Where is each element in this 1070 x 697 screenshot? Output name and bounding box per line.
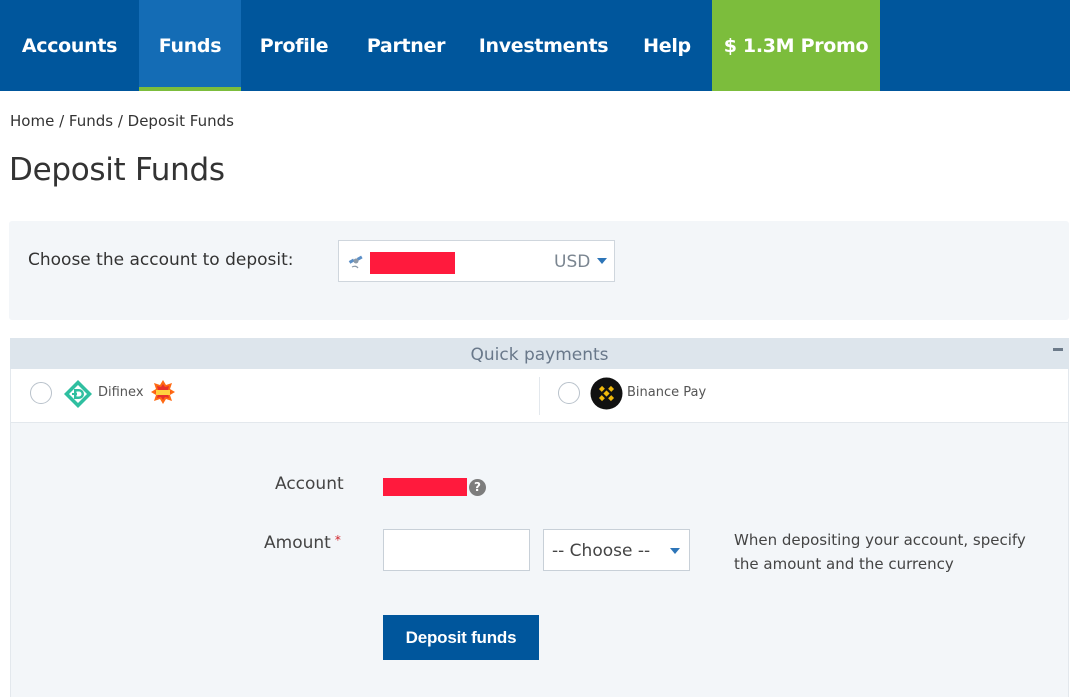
difinex-logo-icon (64, 380, 92, 408)
breadcrumb-current: Deposit Funds (127, 112, 234, 130)
new-badge-icon (151, 380, 175, 404)
nav-profile[interactable]: Profile (241, 0, 347, 91)
amount-label: Amount * (264, 533, 341, 553)
methods-divider (539, 377, 540, 415)
breadcrumb: Home / Funds / Deposit Funds (10, 112, 234, 130)
account-select[interactable]: USD (338, 240, 615, 282)
amount-label-text: Amount (264, 533, 331, 553)
breadcrumb-funds[interactable]: Funds (69, 112, 113, 130)
deposit-form: Account ? Amount * -- Choose -- When depo… (10, 423, 1069, 697)
quick-payments-header[interactable]: Quick payments (10, 338, 1069, 369)
redacted-account-name (370, 252, 455, 274)
amount-input[interactable] (383, 529, 530, 571)
amount-hint: When depositing your account, specify th… (734, 531, 1026, 573)
main-nav: Accounts Funds Profile Partner Investmen… (0, 0, 1070, 91)
nav-funds[interactable]: Funds (139, 0, 241, 91)
currency-select[interactable]: -- Choose -- (543, 529, 690, 571)
chevron-down-icon (670, 548, 680, 554)
chevron-down-icon (597, 258, 607, 264)
breadcrumb-separator: / (113, 112, 128, 130)
nav-accounts[interactable]: Accounts (0, 0, 139, 91)
difinex-label[interactable]: Difinex (98, 385, 144, 400)
redacted-account-value (383, 478, 467, 496)
binance-pay-radio[interactable] (558, 382, 580, 404)
deposit-funds-button[interactable]: Deposit funds (383, 615, 539, 660)
breadcrumb-separator: / (54, 112, 69, 130)
nav-promo[interactable]: $ 1.3M Promo (712, 0, 880, 91)
binance-pay-label[interactable]: Binance Pay (627, 385, 706, 400)
account-label: Account (275, 474, 344, 494)
quick-payments-title: Quick payments (470, 345, 609, 365)
page-title: Deposit Funds (9, 152, 225, 188)
nav-help[interactable]: Help (622, 0, 712, 91)
required-mark: * (334, 533, 341, 547)
breadcrumb-home[interactable]: Home (10, 112, 54, 130)
account-chooser-label: Choose the account to deposit: (28, 250, 294, 270)
nav-investments[interactable]: Investments (465, 0, 622, 91)
account-chooser-panel: Choose the account to deposit: USD (9, 221, 1069, 320)
payment-methods-row: Difinex Binance Pay (10, 369, 1069, 423)
help-icon[interactable]: ? (469, 479, 486, 496)
binance-logo-icon (590, 377, 623, 410)
account-currency: USD (554, 252, 591, 272)
currency-select-value: -- Choose -- (552, 541, 651, 561)
satellite-icon (348, 255, 363, 269)
difinex-radio[interactable] (30, 382, 52, 404)
nav-partner[interactable]: Partner (347, 0, 465, 91)
collapse-icon[interactable] (1053, 348, 1063, 351)
